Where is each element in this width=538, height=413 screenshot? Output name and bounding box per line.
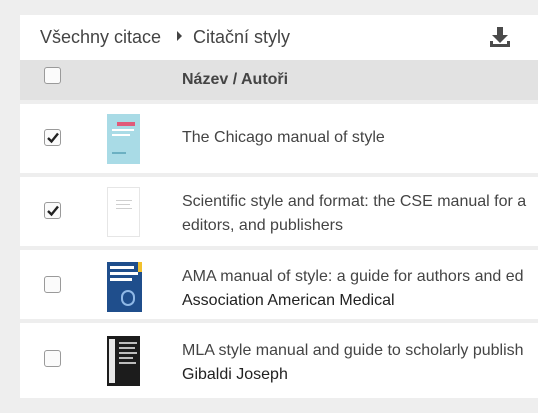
breadcrumb-bar: Všechny citace Citační styly (20, 15, 538, 60)
citation-panel: Všechny citace Citační styly Název / Aut… (20, 15, 538, 398)
book-author: Association American Medical (182, 292, 395, 309)
book-cover-image (107, 114, 140, 164)
row-checkbox[interactable] (44, 350, 61, 367)
book-author: Gibaldi Joseph (182, 366, 288, 383)
row-checkbox[interactable] (44, 276, 61, 293)
row-checkbox[interactable] (44, 202, 61, 219)
book-cover-image (107, 187, 140, 237)
table-row: MLA style manual and guide to scholarly … (20, 323, 538, 398)
column-header-title-authors: Název / Autoři (182, 71, 289, 88)
table-row: The Chicago manual of style (20, 104, 538, 173)
book-title-continued[interactable]: editors, and publishers (182, 214, 343, 238)
download-icon[interactable] (489, 25, 511, 49)
breadcrumb-citation-styles[interactable]: Citační styly (193, 25, 290, 49)
book-title[interactable]: AMA manual of style: a guide for authors… (182, 265, 524, 289)
book-title[interactable]: The Chicago manual of style (182, 126, 385, 150)
breadcrumb-all-citations[interactable]: Všechny citace (40, 25, 161, 49)
select-all-checkbox[interactable] (44, 67, 61, 84)
book-cover-image (107, 262, 142, 312)
breadcrumb-separator-icon (177, 31, 182, 41)
row-checkbox[interactable] (44, 129, 61, 146)
book-title[interactable]: Scientific style and format: the CSE man… (182, 190, 526, 214)
book-cover-image (107, 336, 140, 386)
table-row: Scientific style and format: the CSE man… (20, 177, 538, 246)
table-row: AMA manual of style: a guide for authors… (20, 250, 538, 319)
book-title[interactable]: MLA style manual and guide to scholarly … (182, 339, 524, 363)
table-header: Název / Autoři (20, 60, 538, 100)
